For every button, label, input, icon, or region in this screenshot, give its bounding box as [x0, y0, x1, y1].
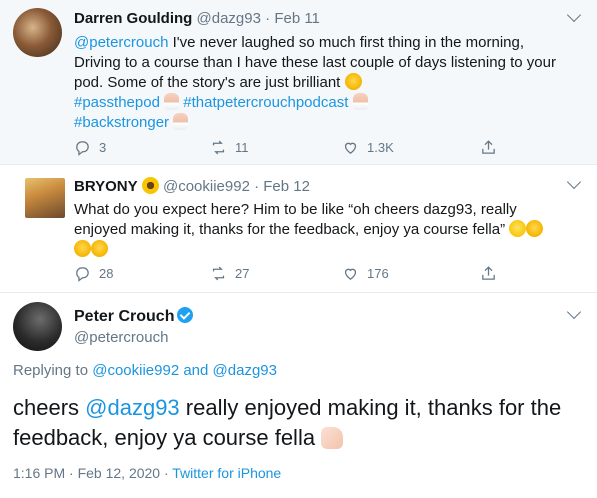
- mention-link[interactable]: @dazg93: [213, 362, 277, 379]
- laughing-emoji-icon: [74, 240, 91, 257]
- reply-count: 3: [99, 139, 107, 155]
- hashtag-link[interactable]: #thatpetercrouchpodcast: [183, 94, 348, 111]
- sunflower-emoji-icon: [141, 177, 159, 194]
- tweet-text: @petercrouch I've never laughed so much …: [74, 34, 556, 131]
- laughing-emoji-icon: [344, 73, 362, 90]
- separator-dot: ·: [265, 10, 271, 27]
- mention-link[interactable]: @dazg93: [85, 395, 180, 420]
- eye-roll-emoji-icon: [509, 220, 527, 237]
- retweet-count: 27: [235, 265, 250, 281]
- like-count: 176: [367, 265, 389, 281]
- display-name[interactable]: Darren Goulding: [74, 10, 192, 27]
- retweet-icon: [212, 266, 225, 280]
- handle[interactable]: @cookiie992: [163, 178, 250, 195]
- chevron-down-icon[interactable]: [566, 174, 582, 190]
- laughing-emoji-icon: [91, 240, 108, 257]
- retweet-count: 11: [235, 139, 249, 155]
- action-bar: 28 27 176: [74, 263, 514, 283]
- reply-icon: [76, 140, 89, 156]
- share-button[interactable]: [480, 265, 497, 282]
- verified-badge-icon: [177, 307, 194, 323]
- handle[interactable]: @dazg93: [197, 10, 261, 27]
- display-name[interactable]: Peter Crouch: [74, 308, 174, 325]
- reply-icon: [76, 266, 89, 282]
- like-count: 1.3K: [367, 139, 394, 155]
- avatar[interactable]: [13, 302, 62, 351]
- hashtag-link[interactable]: #passthepod: [74, 94, 160, 111]
- mention-link[interactable]: @petercrouch: [74, 34, 168, 51]
- person-emoji-icon: [164, 93, 180, 110]
- tweet-header: Peter Crouch: [74, 307, 194, 326]
- hashtag-link[interactable]: #backstronger: [74, 114, 169, 131]
- separator-dot: ·: [254, 178, 260, 195]
- timestamp[interactable]: 1:16 PM · Feb 12, 2020 ·: [13, 465, 172, 481]
- reply-count: 28: [99, 265, 114, 281]
- like-button[interactable]: 1.3K: [342, 139, 394, 156]
- heart-icon: [344, 142, 357, 154]
- tweet-header: BRYONY @cookiie992 · Feb 12: [74, 177, 310, 195]
- handle[interactable]: @petercrouch: [74, 329, 168, 346]
- tweet-bryony[interactable]: BRYONY @cookiie992 · Feb 12 What do you …: [0, 165, 597, 293]
- timestamp[interactable]: Feb 12: [263, 178, 310, 195]
- tweet-text: What do you expect here? Him to be like …: [74, 200, 584, 260]
- action-bar: 3 11 1.3K: [74, 137, 514, 157]
- retweet-icon: [212, 140, 225, 154]
- tweet-text: cheers @dazg93 really enjoyed making it,…: [13, 395, 562, 450]
- tweet-darren[interactable]: Darren Goulding @dazg93 · Feb 11 @peterc…: [0, 0, 597, 165]
- reply-button[interactable]: 3: [74, 139, 106, 156]
- display-name[interactable]: BRYONY: [74, 178, 138, 195]
- source-link[interactable]: Twitter for iPhone: [172, 465, 281, 481]
- share-icon: [482, 139, 495, 154]
- tweet-footer: 1:16 PM · Feb 12, 2020 · Twitter for iPh…: [13, 465, 281, 481]
- tweet-header: Darren Goulding @dazg93 · Feb 11: [74, 10, 320, 27]
- share-button[interactable]: [480, 139, 497, 156]
- chevron-down-icon[interactable]: [566, 304, 582, 320]
- person-emoji-icon: [352, 93, 368, 110]
- share-icon: [482, 265, 495, 280]
- like-button[interactable]: 176: [342, 265, 389, 282]
- person-emoji-icon: [173, 113, 189, 130]
- retweet-button[interactable]: 27: [210, 265, 249, 282]
- laughing-emoji-icon: [526, 220, 544, 237]
- replying-to: Replying to @cookiie992 and @dazg93: [13, 362, 277, 379]
- chevron-down-icon[interactable]: [566, 7, 582, 23]
- retweet-button[interactable]: 11: [210, 139, 249, 156]
- mention-link[interactable]: @cookiie992: [92, 362, 179, 379]
- thumbs-up-emoji-icon: [321, 427, 344, 449]
- timestamp[interactable]: Feb 11: [274, 10, 320, 27]
- reply-button[interactable]: 28: [74, 265, 113, 282]
- avatar[interactable]: [13, 8, 62, 57]
- avatar[interactable]: [25, 178, 65, 218]
- heart-icon: [344, 268, 357, 280]
